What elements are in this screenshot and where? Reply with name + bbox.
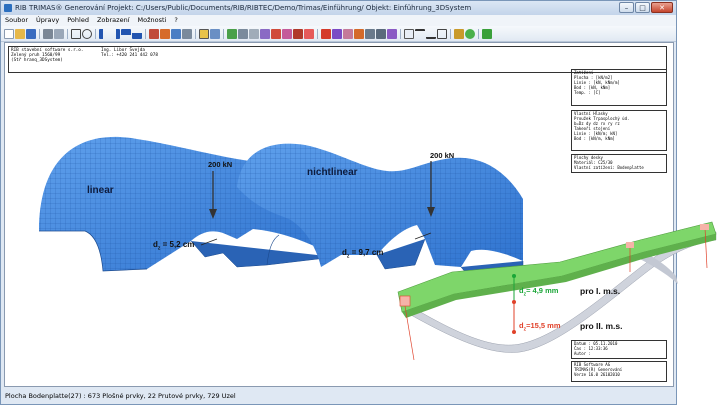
- camera-icon[interactable]: [376, 28, 386, 39]
- shell-models: [39, 136, 524, 280]
- title-bar: RIB TRIMAS® Generování Projekt: C:/Users…: [1, 1, 676, 15]
- beam-state-label-2: pro II. m.s.: [580, 321, 623, 331]
- link-icon[interactable]: [387, 28, 397, 39]
- drawing-canvas[interactable]: RIB stavební software s.r.o. Zelený pruh…: [4, 42, 674, 387]
- deflection-label-linear: dz = 5,2 cm: [153, 240, 195, 252]
- palette-icon[interactable]: [354, 28, 364, 39]
- plate-icon[interactable]: [249, 28, 259, 39]
- export-icon[interactable]: [454, 28, 464, 39]
- window-title: RIB TRIMAS® Generování Projekt: C:/Users…: [15, 4, 472, 12]
- section-icon[interactable]: [210, 28, 220, 39]
- print-icon[interactable]: [43, 28, 53, 39]
- node-icon[interactable]: [227, 28, 237, 39]
- view-3d-icon[interactable]: [199, 28, 209, 39]
- menu-pohled[interactable]: Pohled: [63, 15, 93, 26]
- arrow-up-icon[interactable]: [121, 28, 131, 39]
- support-icon[interactable]: [260, 28, 270, 39]
- stress-icon[interactable]: [304, 28, 314, 39]
- menu-soubor[interactable]: Soubor: [1, 15, 32, 26]
- app-window: RIB TRIMAS® Generování Projekt: C:/Users…: [0, 0, 677, 405]
- menu-help[interactable]: ?: [170, 15, 181, 26]
- load-icon[interactable]: [271, 28, 281, 39]
- toolbar: [1, 26, 676, 42]
- open-folder-icon[interactable]: [15, 28, 25, 39]
- zoom-all-icon[interactable]: [71, 28, 81, 39]
- menu-upravy[interactable]: Úpravy: [32, 15, 63, 26]
- pin-icon[interactable]: [321, 28, 331, 39]
- force-label-2: 200 kN: [430, 151, 455, 160]
- status-bar: Plocha Bodenplatte(27) : 673 Plošné prvk…: [1, 387, 676, 404]
- grid-icon[interactable]: [149, 28, 159, 39]
- label-linear: linear: [87, 185, 114, 196]
- settings-icon[interactable]: [365, 28, 375, 39]
- info-icon[interactable]: [482, 28, 492, 39]
- menu-bar: Soubor Úpravy Pohled Zobrazení Možnosti …: [1, 15, 676, 26]
- beam-icon[interactable]: [238, 28, 248, 39]
- new-file-icon[interactable]: [4, 28, 14, 39]
- force-label-1: 200 kN: [208, 160, 233, 169]
- dimension-icon[interactable]: [426, 29, 436, 39]
- save-icon[interactable]: [26, 28, 36, 39]
- beam-deflection-label-2: dz=15,5 mm: [519, 321, 561, 333]
- beam-state-label-1: pro I. m.s.: [580, 286, 621, 296]
- app-icon: [4, 4, 12, 12]
- minimize-button[interactable]: –: [619, 2, 634, 13]
- menu-zobrazeni[interactable]: Zobrazení: [93, 15, 134, 26]
- eraser-icon[interactable]: [343, 28, 353, 39]
- result-icon[interactable]: [282, 28, 292, 39]
- print-preview-icon[interactable]: [54, 28, 64, 39]
- deform-icon[interactable]: [293, 28, 303, 39]
- deflection-label-nonlinear: dz = 9,7 cm: [342, 248, 384, 260]
- render-icon[interactable]: [171, 28, 181, 39]
- table-icon[interactable]: [437, 28, 447, 39]
- label-nonlinear: nichtlinear: [307, 167, 358, 178]
- pen-icon[interactable]: [332, 28, 342, 39]
- layers-icon[interactable]: [182, 28, 192, 39]
- text-box-icon[interactable]: [404, 28, 414, 39]
- text-icon[interactable]: [415, 28, 425, 39]
- arrow-left-icon[interactable]: [99, 28, 109, 39]
- zoom-icon[interactable]: [82, 28, 92, 39]
- beam-deflection-label-1: dz= 4,9 mm: [519, 286, 559, 298]
- menu-moznosti[interactable]: Možnosti: [134, 15, 171, 26]
- close-button[interactable]: ✕: [651, 2, 673, 13]
- maximize-button[interactable]: □: [635, 2, 650, 13]
- arrow-right-icon[interactable]: [110, 28, 120, 39]
- mesh-icon[interactable]: [160, 28, 170, 39]
- arrow-down-icon[interactable]: [132, 28, 142, 39]
- help-icon[interactable]: [465, 28, 475, 39]
